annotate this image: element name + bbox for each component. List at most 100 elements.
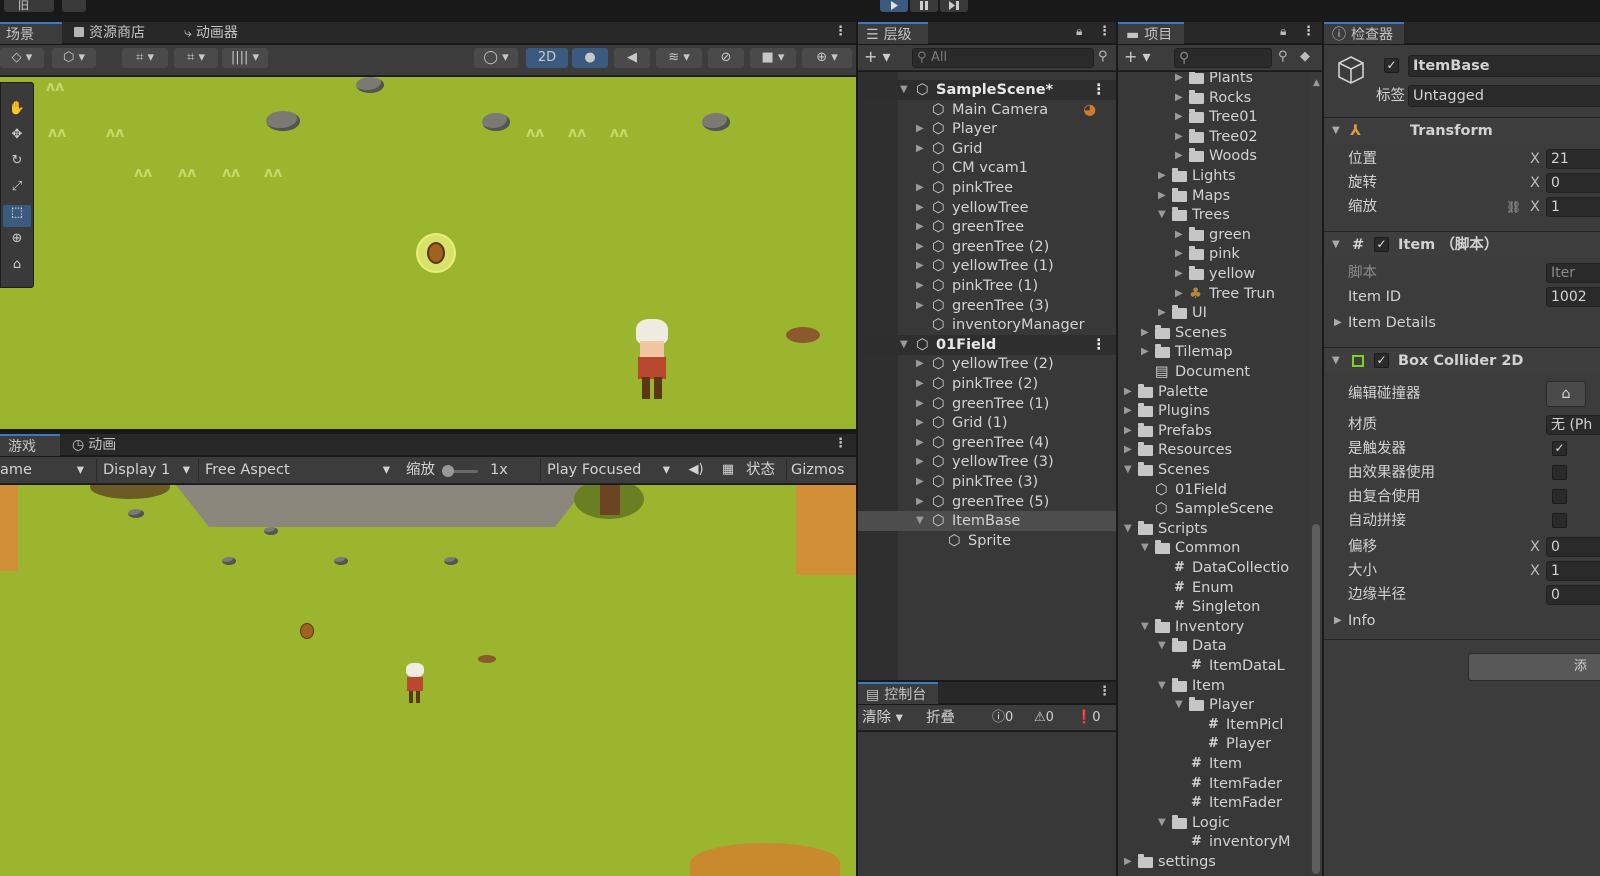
- foldout-icon[interactable]: ▼: [1124, 519, 1132, 539]
- project-item[interactable]: ▶ ♣ Tree Trun: [1118, 284, 1310, 304]
- add-object-button[interactable]: + ▾: [864, 47, 891, 66]
- audio-toggle-button[interactable]: ◀: [614, 48, 650, 68]
- search-by-label-icon[interactable]: ◆: [1300, 49, 1310, 64]
- foldout-icon[interactable]: ▼: [916, 511, 924, 531]
- player-character[interactable]: [404, 663, 426, 711]
- project-item[interactable]: ▶ green: [1118, 225, 1310, 245]
- hierarchy-search-input[interactable]: ⚲ All: [912, 48, 1094, 68]
- project-item[interactable]: ▶ Tree01: [1118, 107, 1310, 127]
- move-tool-icon[interactable]: ✥: [3, 127, 31, 149]
- hierarchy-item[interactable]: ⬡ Main Camera ◕: [858, 100, 1116, 120]
- project-item[interactable]: # ItemFader: [1118, 774, 1310, 794]
- foldout-icon[interactable]: ▶: [916, 217, 924, 237]
- project-item[interactable]: ▼ Item: [1118, 676, 1310, 696]
- foldout-icon[interactable]: ▼: [1141, 538, 1149, 558]
- foldout-icon[interactable]: ▶: [1124, 382, 1132, 402]
- scene-view[interactable]: ʌʌ ʌʌ ʌʌ ʌʌ ʌʌ ʌʌ ʌʌ ʌʌ ʌʌ ʌʌ: [0, 77, 856, 429]
- foldout-icon[interactable]: ▶: [1175, 72, 1183, 88]
- project-item[interactable]: ▶ Plugins: [1118, 401, 1310, 421]
- project-item[interactable]: ▶ Scenes: [1118, 323, 1310, 343]
- hierarchy-item[interactable]: ▼ ⬡ ItemBase: [858, 511, 1116, 532]
- ruler-dropdown[interactable]: |||| ▾: [222, 48, 268, 68]
- project-item[interactable]: ▶ Lights: [1118, 166, 1310, 186]
- tab-animator[interactable]: ⤷ 动画器: [176, 22, 246, 44]
- rect-tool-icon[interactable]: ⬚: [3, 205, 31, 227]
- lighting-toggle-button[interactable]: ●: [572, 48, 608, 68]
- foldout-icon[interactable]: ▶: [916, 256, 924, 276]
- rotation-x-field[interactable]: 0: [1546, 173, 1600, 193]
- position-x-field[interactable]: 21: [1546, 149, 1600, 169]
- hierarchy-item[interactable]: ▶ ⬡ greenTree (3): [858, 296, 1116, 316]
- offset-x-field[interactable]: 0: [1546, 537, 1600, 557]
- project-item[interactable]: ▼ Inventory: [1118, 617, 1310, 637]
- foldout-icon[interactable]: ▶: [916, 276, 924, 296]
- player-character[interactable]: [630, 319, 674, 409]
- scene-more-menu-icon[interactable]: ⋮: [834, 24, 847, 39]
- foldout-icon[interactable]: ▶: [1158, 166, 1166, 186]
- hand-tool-icon[interactable]: ✋: [3, 101, 31, 123]
- scale-slider[interactable]: [442, 465, 478, 477]
- display-dropdown[interactable]: Display 1 ▾: [96, 459, 194, 481]
- console-log-area[interactable]: [858, 732, 1116, 876]
- hierarchy-item[interactable]: ▶ ⬡ greenTree (4): [858, 433, 1116, 453]
- foldout-icon[interactable]: ▶: [1158, 186, 1166, 206]
- scene-visibility-icon[interactable]: ⚲: [1098, 49, 1108, 64]
- foldout-icon[interactable]: ▶: [916, 374, 924, 394]
- project-item[interactable]: ▶ Maps: [1118, 186, 1310, 206]
- tab-animation[interactable]: ◷ 动画: [64, 434, 124, 456]
- project-item[interactable]: # Player: [1118, 734, 1310, 754]
- box-collider-enabled-checkbox[interactable]: ✓: [1374, 353, 1389, 368]
- project-item[interactable]: # ItemFader: [1118, 793, 1310, 813]
- hierarchy-item[interactable]: ▶ ⬡ greenTree (2): [858, 237, 1116, 257]
- foldout-icon[interactable]: ▶: [1175, 107, 1183, 127]
- tab-scene[interactable]: 场景: [0, 22, 62, 44]
- foldout-icon[interactable]: ▶: [1175, 225, 1183, 245]
- hierarchy-item[interactable]: ▶ ⬡ pinkTree: [858, 178, 1116, 198]
- pause-button[interactable]: [910, 0, 938, 12]
- foldout-icon[interactable]: ▶: [916, 452, 924, 472]
- game-more-menu-icon[interactable]: ⋮: [834, 436, 847, 451]
- project-item[interactable]: ▶ Tree02: [1118, 127, 1310, 147]
- used-by-effector-checkbox[interactable]: [1552, 465, 1567, 480]
- hierarchy-item[interactable]: ▶ ⬡ greenTree (5): [858, 492, 1116, 512]
- item-pinecone-selected[interactable]: [418, 235, 454, 271]
- size-x-field[interactable]: 1: [1546, 561, 1600, 581]
- effects-dropdown[interactable]: ≋ ▾: [656, 48, 702, 68]
- foldout-icon[interactable]: ▼: [1175, 695, 1183, 715]
- project-item[interactable]: ▶ Rocks: [1118, 88, 1310, 108]
- foldout-icon[interactable]: ▶: [1175, 146, 1183, 166]
- foldout-icon[interactable]: ▶: [1175, 244, 1183, 264]
- edge-radius-field[interactable]: 0: [1546, 585, 1600, 605]
- hierarchy-scene-row[interactable]: ▼ ⬡ SampleScene* ⋮: [858, 80, 1116, 100]
- foldout-icon[interactable]: ▶: [916, 492, 924, 512]
- item-id-field[interactable]: 1002: [1546, 287, 1600, 307]
- transform-header[interactable]: ▼ ⅄ Transform: [1324, 117, 1600, 143]
- pinecone-item[interactable]: [300, 623, 314, 639]
- item-details-foldout[interactable]: ▶ Item Details: [1324, 311, 1600, 335]
- project-item[interactable]: # Enum: [1118, 578, 1310, 598]
- tab-inspector[interactable]: ⓘ 检查器: [1324, 22, 1404, 44]
- custom-tool-icon[interactable]: ⌂: [3, 257, 31, 279]
- hierarchy-item[interactable]: ⬡ Sprite: [858, 531, 1116, 551]
- project-item[interactable]: ▼ Trees: [1118, 205, 1310, 225]
- project-item[interactable]: ⬡ SampleScene: [1118, 499, 1310, 519]
- hierarchy-item[interactable]: ⬡ inventoryManager: [858, 315, 1116, 335]
- hierarchy-scene-row[interactable]: ▼ ⬡ 01Field ⋮: [858, 334, 1116, 355]
- foldout-icon[interactable]: ▶: [1175, 284, 1183, 304]
- error-filter-toggle[interactable]: ⓘ0: [992, 707, 1013, 729]
- foldout-icon[interactable]: ▶: [916, 354, 924, 374]
- project-item[interactable]: # ItemDataL: [1118, 656, 1310, 676]
- hierarchy-item[interactable]: ▶ ⬡ Player: [858, 119, 1116, 139]
- foldout-icon[interactable]: ▶: [1124, 401, 1132, 421]
- foldout-icon[interactable]: ▶: [916, 139, 924, 159]
- foldout-icon[interactable]: ▶: [1175, 88, 1183, 108]
- aspect-dropdown[interactable]: Free Aspect ▾: [198, 459, 394, 481]
- camera-dropdown[interactable]: ■ ▾: [750, 48, 796, 68]
- foldout-icon[interactable]: ▼: [1124, 460, 1132, 480]
- project-item[interactable]: ▶ Resources: [1118, 440, 1310, 460]
- project-item[interactable]: # ItemPicl: [1118, 715, 1310, 735]
- project-scrollbar-thumb[interactable]: [1312, 524, 1320, 874]
- mute-audio-icon[interactable]: ◀): [684, 459, 708, 481]
- console-more-menu-icon[interactable]: ⋮: [1098, 684, 1111, 699]
- item-script-header[interactable]: ▼ # ✓ Item （脚本）: [1324, 231, 1600, 257]
